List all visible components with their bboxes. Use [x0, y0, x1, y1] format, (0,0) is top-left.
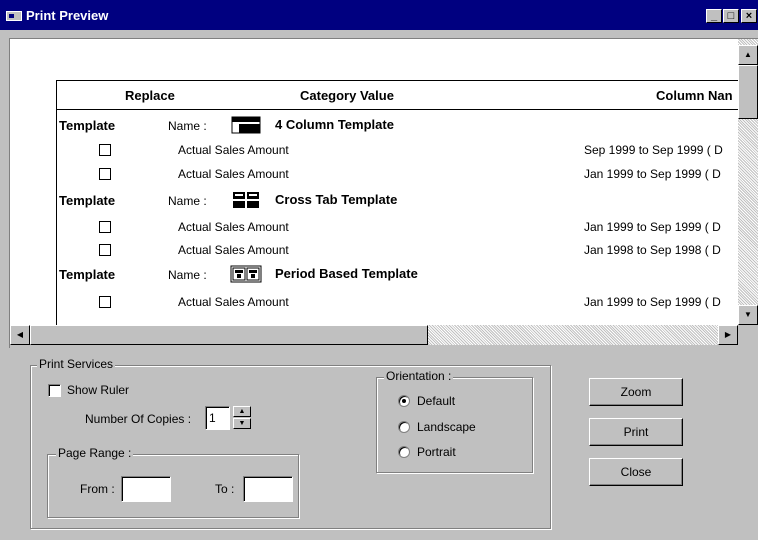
replace-checkbox[interactable] [99, 168, 111, 180]
name-label: Name : [168, 194, 207, 208]
template-label: Template [59, 267, 116, 282]
template-row: Template Name : 4 Column Template [57, 114, 738, 137]
column-value: Jan 1999 to Sep 1999 ( D [584, 220, 721, 234]
category-value: Actual Sales Amount [178, 295, 289, 309]
title-bar: Print Preview _ □ × [0, 0, 758, 30]
vertical-scroll-thumb[interactable] [738, 65, 758, 119]
orientation-landscape-label: Landscape [417, 420, 476, 434]
replace-checkbox[interactable] [99, 144, 111, 156]
scroll-up-icon[interactable]: ▲ [738, 45, 758, 65]
zoom-button[interactable]: Zoom [589, 378, 683, 406]
vertical-scrollbar[interactable]: ▲ ▼ [738, 39, 758, 325]
column-value: Sep 1999 to Sep 1999 ( D [584, 143, 723, 157]
print-button[interactable]: Print [589, 418, 683, 446]
replace-checkbox[interactable] [99, 244, 111, 256]
orientation-label: Orientation : [384, 369, 454, 383]
from-page-input[interactable] [121, 476, 171, 502]
table-row: Actual Sales Amount Jan 1998 to Sep 1998… [57, 238, 738, 261]
four-column-template-icon [231, 116, 261, 134]
orientation-default-label: Default [417, 394, 456, 408]
template-name: Period Based Template [275, 266, 418, 281]
minimize-button[interactable]: _ [706, 9, 722, 23]
column-value: Jan 1998 to Sep 1998 ( D [584, 243, 721, 257]
close-button[interactable]: Close [589, 458, 683, 486]
from-label: From : [80, 482, 115, 496]
header-category-value: Category Value [300, 88, 394, 103]
orientation-portrait-label: Portrait [417, 445, 456, 459]
report-header-row: Replace Category Value Column Nan [57, 81, 738, 110]
template-name: Cross Tab Template [275, 192, 398, 207]
replace-checkbox[interactable] [99, 296, 111, 308]
preview-page: Replace Category Value Column Nan Templa… [10, 39, 738, 325]
show-ruler-checkbox[interactable] [48, 384, 61, 397]
column-value: Jan 1999 to Sep 1999 ( D [584, 167, 721, 181]
name-label: Name : [168, 268, 207, 282]
category-value: Actual Sales Amount [178, 220, 289, 234]
column-value: Jan 1999 to Sep 1999 ( D [584, 295, 721, 309]
replace-checkbox[interactable] [99, 221, 111, 233]
report-table: Replace Category Value Column Nan Templa… [56, 80, 738, 325]
to-label: To : [215, 482, 235, 496]
template-label: Template [59, 193, 116, 208]
template-label: Template [59, 118, 116, 133]
table-row: Actual Sales Amount Sep 1999 to Sep 1999… [57, 138, 738, 161]
copies-label: Number Of Copies : [85, 412, 192, 426]
page-range-label: Page Range : [56, 446, 134, 460]
copies-up-icon[interactable]: ▲ [233, 406, 251, 417]
table-row: Actual Sales Amount Jan 1999 to Sep 1999… [57, 290, 738, 313]
scroll-left-icon[interactable]: ◀ [10, 325, 30, 345]
scroll-right-icon[interactable]: ▶ [718, 325, 738, 345]
category-value: Actual Sales Amount [178, 167, 289, 181]
name-label: Name : [168, 119, 207, 133]
window-title: Print Preview [26, 8, 109, 23]
to-page-input[interactable] [243, 476, 293, 502]
show-ruler-label: Show Ruler [67, 383, 130, 397]
template-row: Template Name : Period Based Template [57, 263, 738, 286]
copies-input[interactable]: 1 [205, 406, 230, 430]
horizontal-scroll-thumb[interactable] [30, 325, 428, 345]
copies-down-icon[interactable]: ▼ [233, 418, 251, 429]
close-window-button[interactable]: × [741, 9, 757, 23]
horizontal-scrollbar[interactable]: ◀ ▶ [10, 325, 738, 345]
window-app-icon[interactable] [6, 11, 22, 21]
scroll-down-icon[interactable]: ▼ [738, 305, 758, 325]
orientation-landscape-radio[interactable] [398, 421, 410, 433]
table-row: Actual Sales Amount Jan 1999 to Sep 1999… [57, 215, 738, 238]
template-row: Template Name : Cross Tab Template [57, 189, 738, 212]
orientation-portrait-radio[interactable] [398, 446, 410, 458]
maximize-button[interactable]: □ [723, 9, 739, 23]
print-services-label: Print Services [37, 357, 116, 371]
table-row: Actual Sales Amount Jan 1999 to Sep 1999… [57, 162, 738, 185]
category-value: Actual Sales Amount [178, 143, 289, 157]
header-replace: Replace [125, 88, 175, 103]
header-column-name: Column Nan [656, 88, 733, 103]
orientation-default-radio[interactable] [398, 395, 410, 407]
template-name: 4 Column Template [275, 117, 394, 132]
period-based-template-icon [230, 265, 262, 283]
category-value: Actual Sales Amount [178, 243, 289, 257]
cross-tab-template-icon [233, 192, 259, 208]
